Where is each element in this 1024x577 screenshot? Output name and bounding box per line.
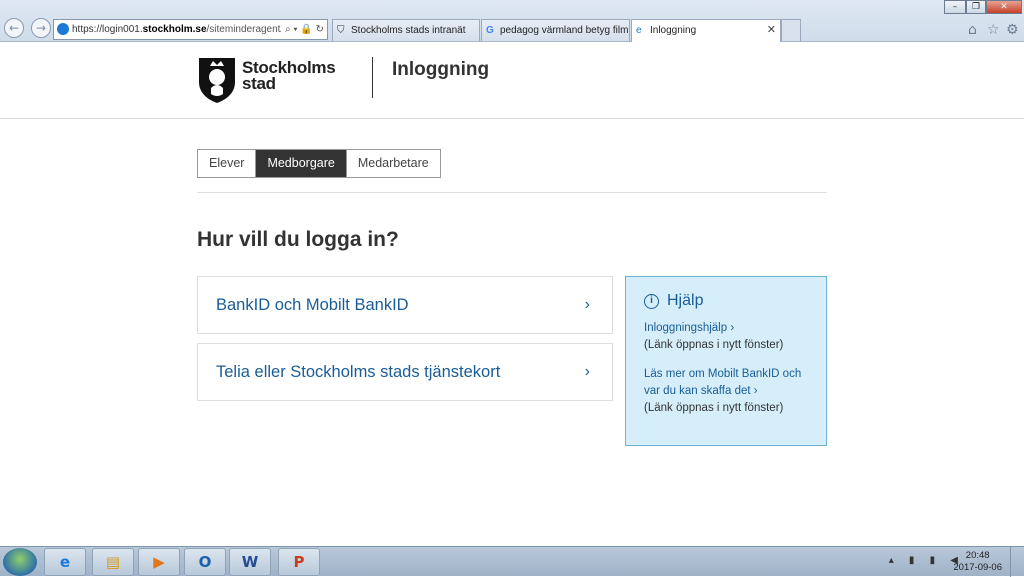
- taskbar-word-icon[interactable]: W: [229, 548, 271, 576]
- login-help-link[interactable]: Inloggningshjälp ›: [644, 320, 808, 337]
- telia-option[interactable]: Telia eller Stockholms stads tjänstekort…: [197, 343, 613, 401]
- tab-title: pedagog värmland betyg film ...: [500, 25, 630, 36]
- taskbar-explorer-icon[interactable]: ▤: [92, 548, 134, 576]
- clock-time: 20:48: [965, 550, 990, 561]
- page-title: Inloggning: [392, 59, 490, 80]
- close-window-icon[interactable]: ✕: [986, 0, 1022, 14]
- divider: [197, 192, 827, 193]
- tab-elever[interactable]: Elever: [198, 150, 257, 177]
- taskbar-powerpoint-icon[interactable]: P: [278, 548, 320, 576]
- tab-title: Inloggning: [650, 25, 697, 36]
- start-button[interactable]: [3, 548, 37, 576]
- taskbar: e ▤ ▶ O W P ▴ ▮ ▮ ◀ 20:48 2017-09-06: [0, 546, 1024, 577]
- help-note: (Länk öppnas i nytt fönster): [644, 402, 784, 414]
- taskbar-outlook-icon[interactable]: O: [184, 548, 226, 576]
- info-icon: i: [644, 293, 659, 309]
- ie-icon: e: [636, 25, 642, 36]
- clock-date: 2017-09-06: [953, 562, 1002, 573]
- tab-medarbetare[interactable]: Medarbetare: [346, 150, 440, 177]
- site-header: Stockholms stad Inloggning: [0, 42, 1024, 119]
- restore-icon[interactable]: ❐: [966, 0, 986, 14]
- google-icon: G: [486, 25, 494, 36]
- option-label: BankID och Mobilt BankID: [216, 296, 409, 314]
- back-icon[interactable]: ←: [4, 18, 24, 38]
- forward-icon[interactable]: →: [31, 18, 51, 38]
- taskbar-media-player-icon[interactable]: ▶: [138, 548, 180, 576]
- mobile-bankid-link[interactable]: Läs mer om Mobilt BankID och var du kan …: [644, 366, 808, 400]
- home-icon[interactable]: ⌂: [968, 22, 977, 38]
- close-tab-icon[interactable]: ✕: [767, 20, 776, 41]
- address-icons[interactable]: ⌕ ▾ 🔒 ↻: [281, 20, 324, 39]
- chevron-right-icon: ›: [584, 296, 590, 313]
- help-note: (Länk öppnas i nytt fönster): [644, 339, 784, 351]
- ie-icon: [57, 23, 69, 35]
- logo-text: Stockholms stad: [242, 59, 336, 93]
- logo-line2: stad: [242, 74, 276, 93]
- help-title: i Hjälp: [644, 292, 808, 310]
- bankid-option[interactable]: BankID och Mobilt BankID ›: [197, 276, 613, 334]
- tab-medborgare[interactable]: Medborgare: [256, 150, 347, 177]
- help-title-text: Hjälp: [667, 292, 704, 309]
- clock[interactable]: 20:48 2017-09-06: [953, 550, 1002, 574]
- login-heading: Hur vill du logga in?: [197, 228, 399, 251]
- show-desktop-button[interactable]: [1010, 547, 1024, 577]
- address-domain: stockholm.se: [142, 24, 207, 35]
- browser-chrome: ← → https://login001.stockholm.se/sitemi…: [0, 0, 1024, 42]
- taskbar-ie-icon[interactable]: e: [44, 548, 86, 576]
- new-tab-button[interactable]: [781, 19, 801, 41]
- gear-icon[interactable]: ⚙: [1006, 22, 1019, 38]
- tab-google[interactable]: G pedagog värmland betyg film ...: [481, 19, 630, 41]
- tab-title: Stockholms stads intranät: [351, 25, 466, 36]
- shield-icon: ⛉: [337, 25, 345, 36]
- minimize-icon[interactable]: –: [944, 0, 966, 14]
- favorites-star-icon[interactable]: ☆: [987, 22, 1000, 38]
- chevron-right-icon: ›: [584, 363, 590, 380]
- address-prefix: https://login001.: [72, 24, 143, 35]
- header-divider: [372, 57, 373, 98]
- option-label: Telia eller Stockholms stads tjänstekort: [216, 363, 501, 381]
- help-box: i Hjälp Inloggningshjälp › (Länk öppnas …: [625, 276, 827, 446]
- user-type-tabs: Elever Medborgare Medarbetare: [197, 149, 441, 178]
- tab-intranet[interactable]: ⛉ Stockholms stads intranät: [332, 19, 480, 41]
- stockholm-shield-logo-icon[interactable]: [197, 56, 237, 104]
- address-bar[interactable]: https://login001.stockholm.se/siteminder…: [53, 19, 328, 40]
- tab-inloggning[interactable]: e Inloggning ✕: [631, 19, 781, 42]
